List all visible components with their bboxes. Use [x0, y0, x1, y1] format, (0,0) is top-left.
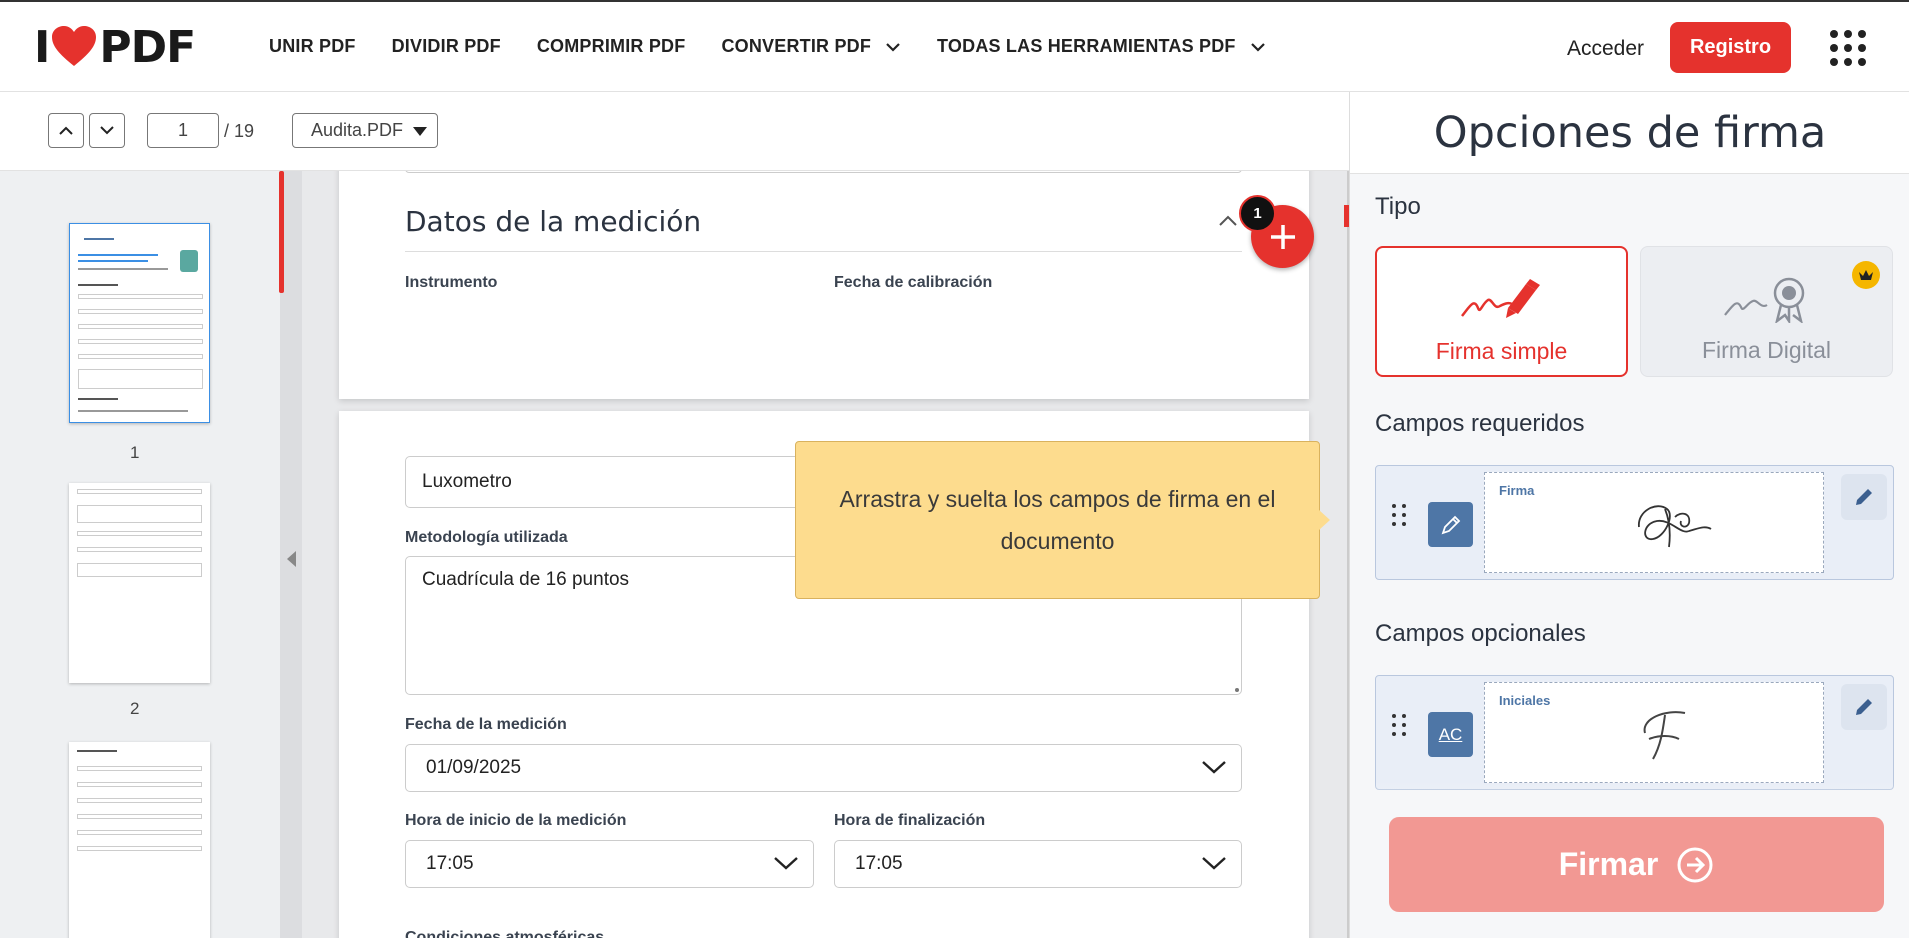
thumbnail-label: 2: [130, 699, 140, 718]
initials-caption: Iniciales: [1499, 693, 1551, 708]
thumbnail-scroll-indicator: [279, 171, 284, 293]
thumbnail-panel: 1 2: [0, 171, 280, 938]
next-page-button[interactable]: [89, 113, 125, 148]
date-select[interactable]: 01/09/2025: [405, 744, 1242, 792]
chevron-down-icon: [1250, 42, 1265, 52]
list-fade: [1375, 782, 1894, 822]
page-thumbnail-3[interactable]: [69, 742, 210, 938]
plus-icon: [1270, 224, 1295, 249]
file-select[interactable]: Audita.PDF: [292, 113, 438, 148]
chevron-down-icon: [774, 857, 798, 870]
digital-signature-label: Firma Digital: [1701, 337, 1832, 363]
drag-handle-icon[interactable]: [1392, 504, 1406, 526]
chevron-down-icon: [1202, 857, 1226, 870]
pen-signature-icon: [1461, 279, 1540, 318]
arrow-circle-right-icon: [1677, 847, 1713, 882]
nav-unir-pdf[interactable]: UNIR PDF: [269, 36, 356, 57]
signature-scribble: [1638, 505, 1712, 548]
thumbnail-label: 1: [130, 443, 140, 462]
initials-preview: Iniciales: [1484, 682, 1824, 783]
page-thumbnail-1[interactable]: [69, 223, 210, 423]
chevron-down-icon: [886, 42, 900, 52]
nav-convertir-pdf[interactable]: CONVERTIR PDF: [721, 36, 901, 57]
previous-page-button[interactable]: [48, 113, 84, 148]
logo-pdf-text: PDF: [99, 21, 196, 73]
caret-down-icon: [413, 127, 427, 136]
panel-title: Opciones de firma: [1350, 92, 1909, 174]
pdf-page-1: Datos de la medición Instrumento Fecha d…: [339, 171, 1309, 399]
calibration-label: Fecha de calibración: [834, 274, 993, 291]
end-time-label: Hora de finalización: [834, 812, 986, 829]
signature-caption: Firma: [1499, 483, 1535, 498]
simple-signature-label: Firma simple: [1435, 338, 1568, 364]
type-label: Tipo: [1375, 193, 1421, 220]
field-count-badge: 1: [1239, 195, 1276, 232]
sign-button[interactable]: Firmar: [1389, 817, 1884, 912]
nav-comprimir-pdf[interactable]: COMPRIMIR PDF: [537, 36, 686, 57]
page-total: / 19: [224, 121, 255, 141]
digital-signature-option[interactable]: Firma Digital: [1640, 246, 1893, 377]
sign-button-label: Firmar: [1558, 846, 1659, 882]
register-button[interactable]: Registro: [1670, 22, 1791, 73]
edit-initials-button[interactable]: [1841, 684, 1887, 730]
date-label: Fecha de la medición: [405, 716, 567, 733]
login-link[interactable]: Acceder: [1567, 37, 1644, 61]
simple-signature-option[interactable]: Firma simple: [1375, 246, 1628, 377]
pen-icon: [1428, 502, 1473, 547]
file-select-label: Audita.PDF: [311, 120, 404, 140]
atmospheric-label: Condiciones atmosféricas: [405, 929, 605, 938]
section-title: Datos de la medición: [405, 205, 702, 238]
signature-options-panel: Opciones de firma Tipo Firma simple Firm…: [1349, 92, 1909, 938]
document-toolbar: 1 / 19 Audita.PDF: [0, 92, 1349, 171]
edit-signature-button[interactable]: [1841, 474, 1887, 520]
premium-crown-icon: [1852, 261, 1880, 289]
collapse-left-icon[interactable]: [287, 551, 296, 567]
main-nav: UNIR PDF DIVIDIR PDF COMPRIMIR PDF CONVE…: [269, 36, 1302, 57]
apps-grid-icon[interactable]: [1830, 30, 1866, 66]
nav-todas-herramientas[interactable]: TODAS LAS HERRAMIENTAS PDF: [937, 36, 1266, 57]
nav-dividir-pdf[interactable]: DIVIDIR PDF: [392, 36, 501, 57]
chevron-down-icon: [100, 126, 114, 135]
section-divider: [405, 251, 1242, 252]
chevron-up-icon: [1219, 215, 1237, 226]
certificate-signature-icon: [1724, 277, 1805, 323]
signature-preview: Firma: [1484, 472, 1824, 573]
initials-icon: AC: [1428, 712, 1473, 757]
required-fields-label: Campos requeridos: [1375, 410, 1585, 437]
logo-letter-i: I: [34, 21, 50, 73]
initials-field-card[interactable]: AC Iniciales: [1375, 675, 1894, 790]
start-time-select[interactable]: 17:05: [405, 840, 814, 888]
instrument-label: Instrumento: [405, 274, 498, 291]
optional-fields-label: Campos opcionales: [1375, 620, 1586, 647]
end-time-select[interactable]: 17:05: [834, 840, 1242, 888]
top-header: I PDF UNIR PDF DIVIDIR PDF COMPRIMIR PDF…: [0, 2, 1909, 92]
chevron-up-icon: [59, 126, 73, 135]
initials-scribble: [1643, 711, 1686, 760]
form-field: [405, 171, 1242, 173]
start-time-label: Hora de inicio de la medición: [405, 812, 627, 829]
pencil-icon: [1856, 489, 1872, 505]
pencil-icon: [1856, 699, 1872, 715]
heart-icon: [52, 26, 97, 66]
page-thumbnail-2[interactable]: [69, 483, 210, 683]
ilovepdf-logo[interactable]: I PDF: [34, 21, 196, 73]
method-label: Metodología utilizada: [405, 529, 568, 546]
signature-field-card[interactable]: Firma: [1375, 465, 1894, 580]
chevron-down-icon: [1202, 761, 1226, 774]
page-number-input[interactable]: 1: [147, 113, 219, 148]
drag-hint-tooltip: Arrastra y suelta los campos de firma en…: [795, 441, 1330, 599]
drag-handle-icon[interactable]: [1392, 714, 1406, 736]
